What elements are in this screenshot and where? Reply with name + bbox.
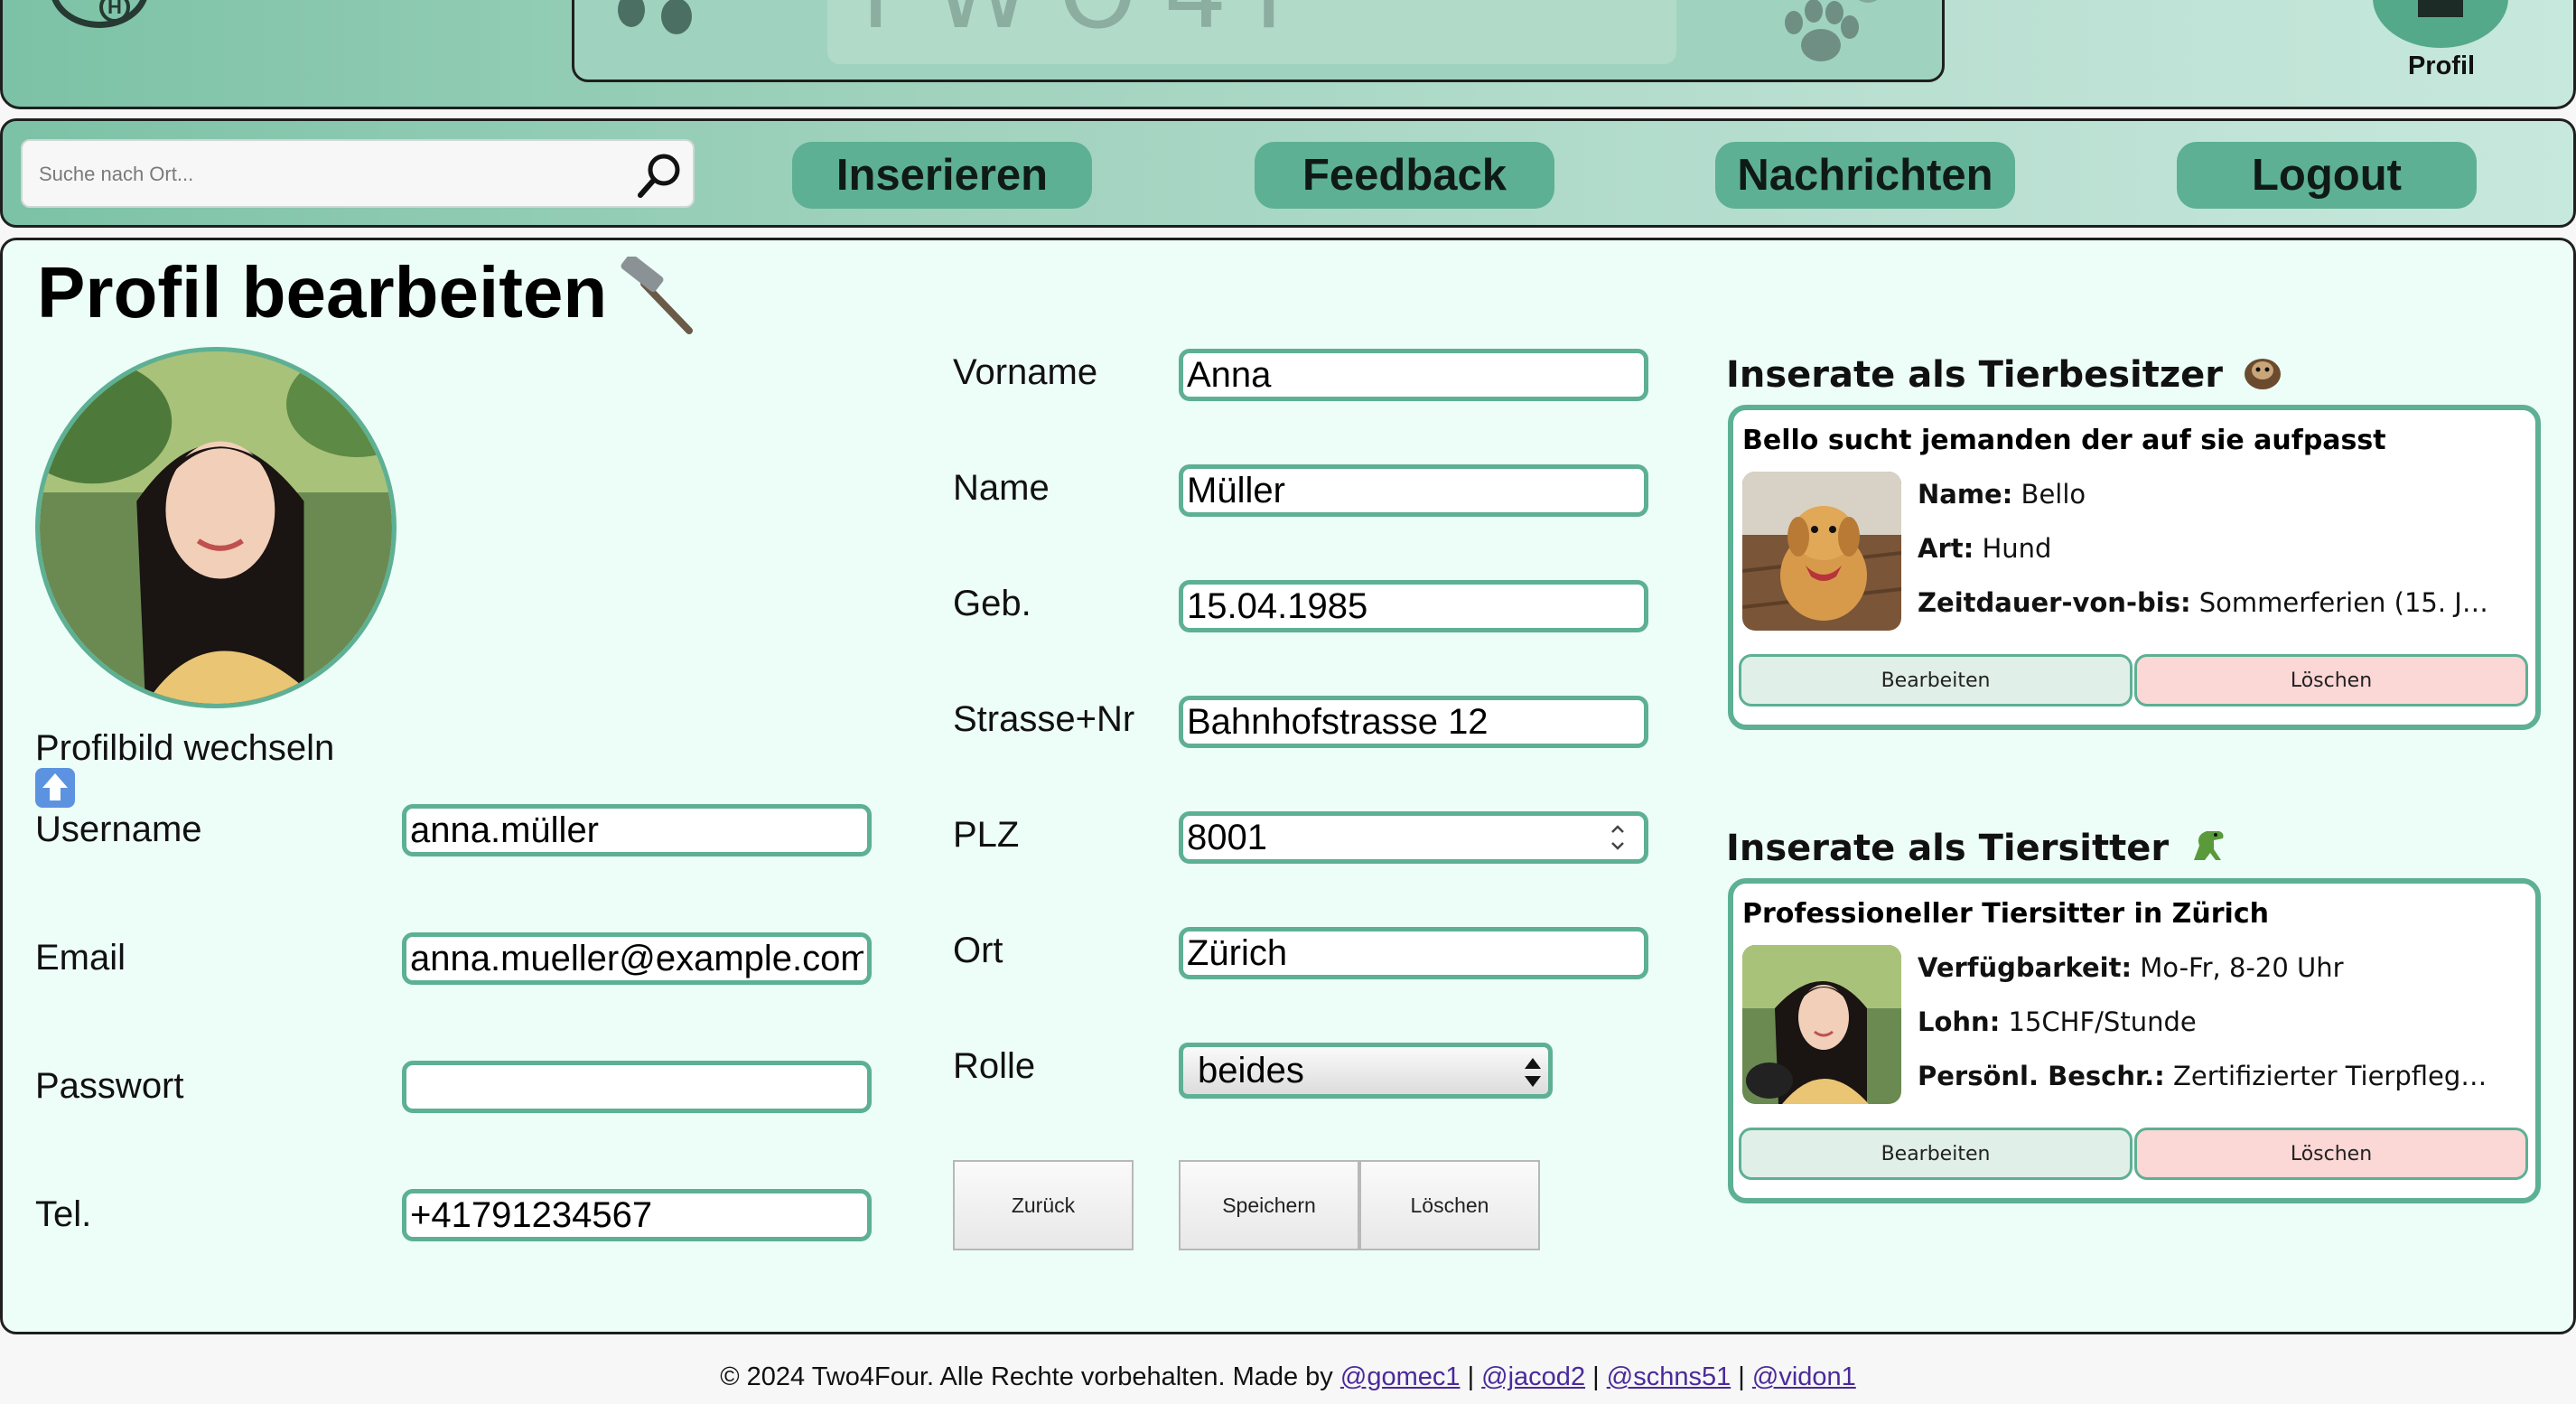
profile-picture [35, 347, 397, 708]
role-label: Rolle [953, 1046, 1036, 1086]
change-picture-label[interactable]: Profilbild wechseln [35, 728, 334, 769]
footer-separator: | [1467, 1362, 1475, 1391]
role-select-value: beides [1198, 1051, 1304, 1090]
sitter-listing-edit-button[interactable]: Bearbeiten [1739, 1128, 2133, 1180]
profile-link[interactable]: Profil [2369, 51, 2514, 81]
messages-button[interactable]: Nachrichten [1715, 142, 2015, 209]
lastname-field[interactable] [1179, 464, 1648, 517]
sitter-listing-card: Professioneller Tiersitter in Zürich Ver… [1728, 878, 2541, 1203]
birthdate-field[interactable] [1179, 580, 1648, 632]
sitter-listing-title: Professioneller Tiersitter in Zürich [1742, 898, 2269, 930]
owner-listing-period: Zeitdauer-von-bis: Sommerferien (15. Jul… [1918, 587, 2496, 618]
email-label: Email [35, 938, 126, 978]
number-stepper-icon[interactable] [1609, 821, 1627, 854]
author-link[interactable]: @jacod2 [1481, 1362, 1585, 1391]
logout-button[interactable]: Logout [2177, 142, 2477, 209]
delete-profile-button[interactable]: Löschen [1359, 1160, 1540, 1250]
paw-print-icon [618, 0, 645, 27]
upload-arrow-icon[interactable] [35, 768, 75, 808]
save-button[interactable]: Speichern [1179, 1160, 1359, 1250]
footer-separator: | [1592, 1362, 1600, 1391]
email-field[interactable] [402, 932, 872, 985]
birth-label: Geb. [953, 584, 1031, 623]
password-field[interactable] [402, 1061, 872, 1113]
sitter-photo-icon [1742, 945, 1901, 1104]
lastname-label: Name [953, 468, 1050, 508]
search-icon[interactable] [633, 150, 687, 201]
dog-photo-icon [1742, 472, 1901, 631]
feedback-button[interactable]: Feedback [1255, 142, 1554, 209]
owner-listing-delete-button[interactable]: Löschen [2134, 654, 2528, 707]
sitter-listing-wage: Lohn: 15CHF/Stunde [1918, 1006, 2197, 1037]
footer-separator: | [1738, 1362, 1745, 1391]
sitter-listing-delete-button[interactable]: Löschen [2134, 1128, 2528, 1180]
zip-label: PLZ [953, 815, 1020, 855]
owner-listing-edit-button[interactable]: Bearbeiten [1739, 654, 2133, 707]
paw-icon [1785, 0, 1878, 61]
profile-photo-icon [40, 351, 392, 704]
password-label: Passwort [35, 1066, 184, 1106]
username-field[interactable] [402, 804, 872, 856]
back-button[interactable]: Zurück [953, 1160, 1134, 1250]
nav-bar: Inserieren Feedback Nachrichten Logout [0, 118, 2576, 228]
street-field[interactable] [1179, 696, 1648, 748]
search-box [21, 139, 695, 208]
owner-listing-card: Bello sucht jemanden der auf sie aufpass… [1728, 405, 2541, 730]
sitter-photo [1742, 945, 1901, 1104]
owner-listings-title-text: Inserate als Tierbesitzer [1726, 354, 2224, 396]
insert-button[interactable]: Inserieren [792, 142, 1092, 209]
zip-field[interactable] [1179, 811, 1648, 864]
phone-label: Tel. [35, 1194, 92, 1234]
footer-text: © 2024 Two4Four. Alle Rechte vorbehalten… [720, 1362, 1333, 1391]
city-field[interactable] [1179, 927, 1648, 979]
hammer-icon [621, 257, 693, 334]
paw-print-icon [661, 0, 692, 34]
owner-listing-title: Bello sucht jemanden der auf sie aufpass… [1742, 425, 2386, 456]
footer: © 2024 Two4Four. Alle Rechte vorbehalten… [0, 1362, 2576, 1392]
owner-listings-title: Inserate als Tierbesitzer [1726, 351, 2284, 396]
firstname-field[interactable] [1179, 349, 1648, 401]
sloth-icon [2244, 359, 2281, 389]
phone-field[interactable] [402, 1189, 872, 1241]
author-link[interactable]: @gomec1 [1340, 1362, 1461, 1391]
banner-logo-text-icon: TWO4F [845, 0, 1339, 51]
sitter-listings-title-text: Inserate als Tiersitter [1726, 828, 2170, 869]
street-label: Strasse+Nr [953, 699, 1135, 739]
profile-icon[interactable] [2373, 0, 2508, 48]
role-select[interactable]: beides [1179, 1043, 1553, 1099]
sitter-listing-availability: Verfügbarkeit: Mo-Fr, 8-20 Uhr [1918, 952, 2344, 983]
page-title: Profil bearbeiten [37, 252, 608, 332]
sitter-listing-description: Persönl. Beschr.: Zertifizierter Tierpfl… [1918, 1061, 2496, 1091]
banner: TWO4F [572, 0, 1945, 82]
search-input[interactable] [39, 152, 617, 197]
city-label: Ort [953, 931, 1003, 970]
owner-listing-name: Name: Bello [1918, 479, 2086, 510]
sitter-listings-title: Inserate als Tiersitter [1726, 824, 2230, 869]
author-link[interactable]: @schns51 [1607, 1362, 1731, 1391]
username-label: Username [35, 810, 202, 849]
main-content: Profil bearbeiten Profilbild wechseln Us… [0, 238, 2576, 1334]
owner-listing-species: Art: Hund [1918, 533, 2052, 564]
t-rex-icon [2194, 831, 2224, 860]
firstname-label: Vorname [953, 352, 1098, 392]
author-link[interactable]: @vidon1 [1752, 1362, 1856, 1391]
site-header: H TWO4F Profil [0, 0, 2576, 109]
select-arrows-icon [1525, 1058, 1541, 1087]
dog-photo [1742, 472, 1901, 631]
